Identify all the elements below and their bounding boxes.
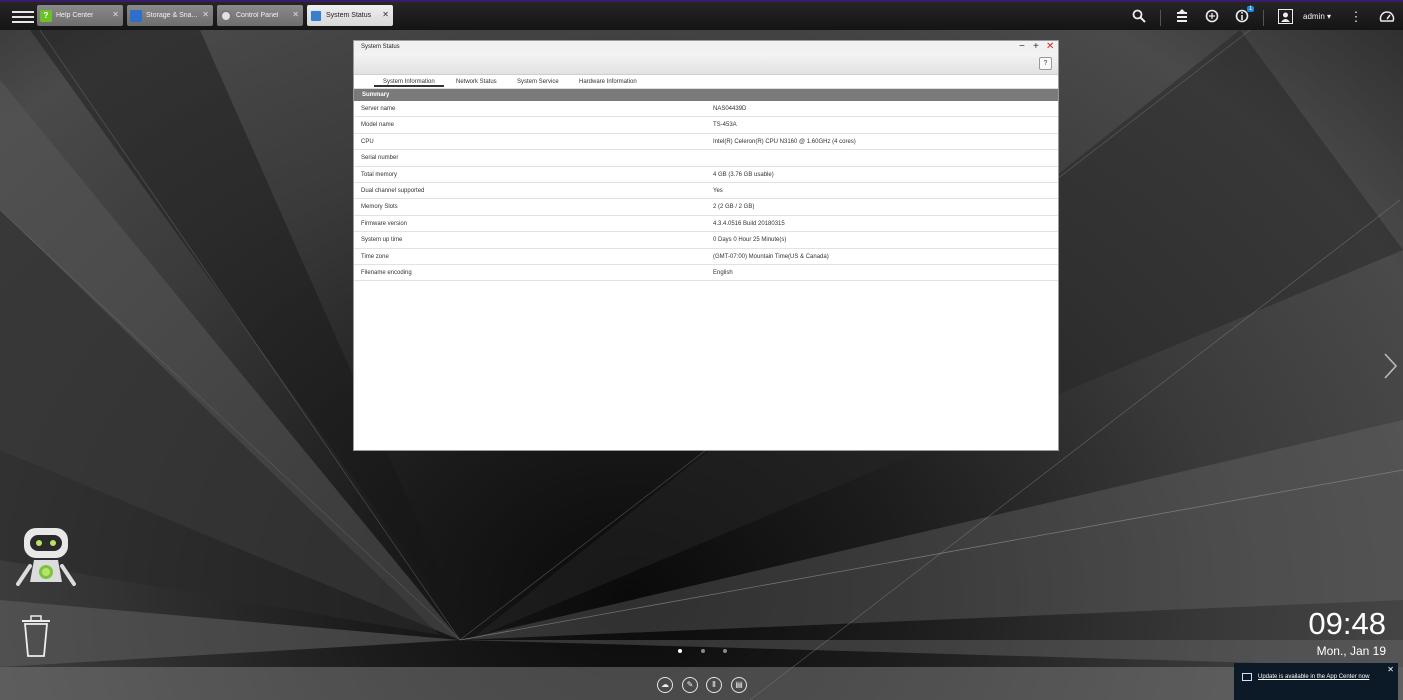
table-row: Filename encoding English [354,265,1058,282]
tab-control-panel[interactable]: Control Panel ✕ [217,5,303,26]
table-row: CPU Intel(R) Celeron(R) CPU N3160 @ 1.60G… [354,134,1058,151]
pause-icon[interactable]: Ⅱ [706,677,722,693]
search-icon[interactable] [1131,9,1147,25]
document-icon[interactable]: ▤ [731,677,747,693]
system-status-window: System Status − + ✕ ? System Information… [353,40,1059,451]
row-key: Time zone [361,253,389,260]
row-key: Total memory [361,171,398,178]
close-icon[interactable]: ✕ [382,10,389,19]
helpdesk-robot-icon[interactable] [16,526,76,592]
page-dot-3[interactable] [723,649,727,653]
window-title: System Status [361,44,400,50]
close-icon[interactable]: ✕ [1387,665,1394,674]
window-tab-bar: System Information Network Status System… [354,75,1058,89]
desktop-clock-time: 09:48 [1308,606,1386,641]
row-key: CPU [361,138,374,145]
tab-help-center[interactable]: ? Help Center ✕ [37,5,123,26]
row-key: Dual channel supported [361,187,425,194]
row-value: 4.3.4.0516 Build 20180315 [713,220,785,227]
row-key: System up time [361,237,403,244]
user-menu[interactable]: admin ▾ [1303,12,1331,21]
tab-label: Help Center [56,12,94,19]
row-value: 0 Days 0 Hour 25 Minute(s) [713,237,787,244]
table-row: Total memory 4 GB (3.76 GB usable) [354,167,1058,183]
update-notification: Update is available in the App Center no… [1234,663,1398,700]
close-window-icon[interactable]: ✕ [1046,41,1054,53]
summary-section-header: Summary [354,89,1058,101]
row-key: Serial number [361,155,399,162]
tab-system-status[interactable]: System Status ✕ [307,5,393,26]
more-icon[interactable]: ⋮ [1348,9,1364,25]
toolbar-divider [1263,10,1264,26]
tools-icon[interactable]: ✎ [682,677,698,693]
row-key: Model name [361,122,395,129]
notification-count-badge: 1 [1247,6,1255,12]
table-row: Dual channel supported Yes [354,183,1058,200]
minimize-icon[interactable]: − [1019,41,1025,53]
next-page-arrow-icon[interactable] [1382,352,1398,380]
toolbar-divider [1160,10,1161,26]
row-value: Yes [713,187,723,194]
recycle-bin-icon[interactable] [20,615,52,658]
tab-hardware-information[interactable]: Hardware Information [579,79,637,85]
row-value: NAS04439D [713,106,747,112]
system-status-icon [310,9,322,22]
help-button[interactable]: ? [1039,57,1052,70]
page-dot-1[interactable] [678,649,682,653]
row-key: Firmware version [361,220,408,227]
app-center-icon [1242,673,1252,681]
tab-network-status[interactable]: Network Status [456,79,497,85]
close-icon[interactable]: ✕ [112,10,119,19]
tab-system-service[interactable]: System Service [517,79,559,85]
sync-icon[interactable] [1204,9,1220,25]
control-panel-icon [220,9,232,22]
row-value: (GMT-07:00) Mountain Time(US & Canada) [713,253,829,260]
bottom-dock [0,667,1403,700]
page-dot-2[interactable] [701,649,705,653]
table-row: System up time 0 Days 0 Hour 25 Minute(s) [354,232,1058,249]
maximize-icon[interactable]: + [1033,41,1039,53]
window-titlebar: System Status − + ✕ [354,41,1058,53]
top-taskbar: ? Help Center ✕ Storage & Sna... ✕ Contr… [0,0,1403,30]
row-value: Intel(R) Celeron(R) CPU N3160 @ 1.60GHz … [713,138,856,145]
table-row: Firmware version 4.3.4.0516 Build 2018031… [354,216,1058,233]
table-row: Memory Slots 2 (2 GB / 2 GB) [354,199,1058,216]
row-value: TS-453A [713,122,737,129]
close-icon[interactable]: ✕ [202,10,209,19]
storage-icon [130,9,142,22]
desktop-clock-date: Mon., Jan 19 [1316,644,1386,658]
table-row: Serial number [354,150,1058,167]
tab-storage-snapshots[interactable]: Storage & Sna... ✕ [127,5,213,26]
close-icon[interactable]: ✕ [292,10,299,19]
row-key: Server name [361,106,396,112]
tab-label: Control Panel [236,12,279,19]
main-menu-icon[interactable] [12,8,34,26]
tab-system-information[interactable]: System Information [374,79,444,87]
help-center-icon: ? [40,9,52,22]
row-value: 2 (2 GB / 2 GB) [713,204,755,211]
row-value: English [713,269,733,276]
user-icon[interactable] [1277,9,1293,25]
table-row: Model name TS-453A [354,117,1058,134]
row-value: 4 GB (3.76 GB usable) [713,171,774,178]
cloud-icon[interactable]: ☁ [657,677,673,693]
row-key: Filename encoding [361,269,412,276]
table-row: Server name NAS04439D [354,101,1058,118]
table-row: Time zone (GMT-07:00) Mountain Time(US & … [354,249,1058,265]
tab-label: Storage & Sna... [146,12,198,19]
tab-label: System Status [326,12,372,19]
window-toolbar: ? [354,53,1058,75]
update-notification-link[interactable]: Update is available in the App Center no… [1258,673,1388,681]
dashboard-icon[interactable] [1378,9,1396,25]
background-tasks-icon[interactable] [1174,9,1190,25]
row-key: Memory Slots [361,204,398,211]
